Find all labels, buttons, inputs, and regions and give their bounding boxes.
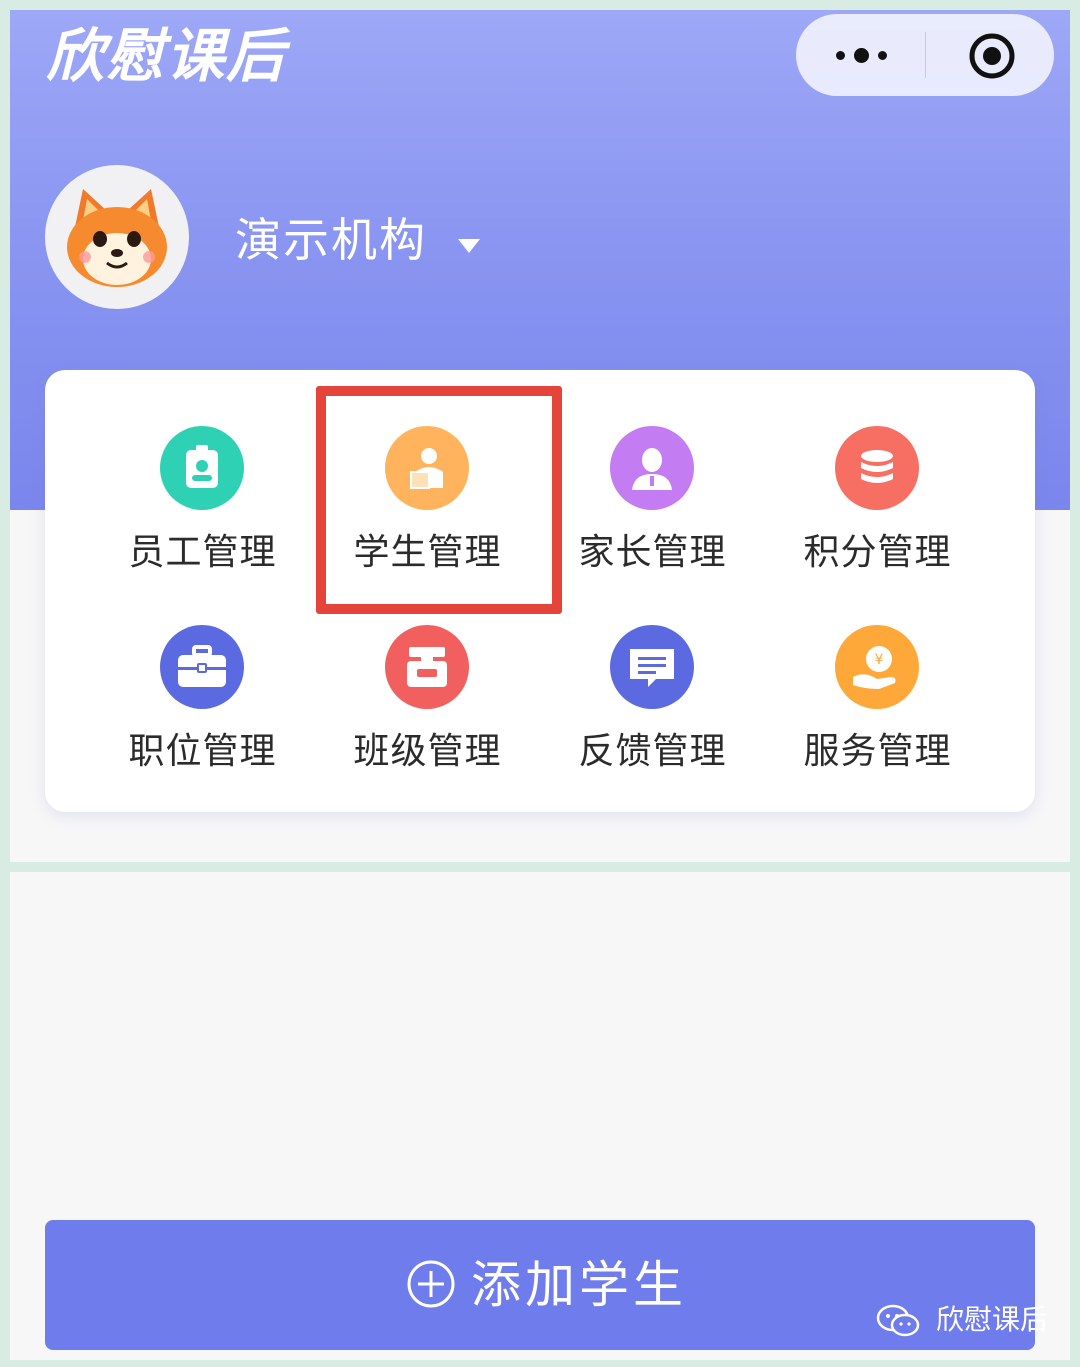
menu-item-points[interactable]: 积分管理 [765, 426, 990, 606]
wechat-icon [876, 1304, 920, 1337]
menu-item-label: 服务管理 [803, 731, 952, 772]
watermark-text: 欣慰课后 [936, 1303, 1049, 1336]
menu-item-label: 家长管理 [578, 532, 727, 573]
menu-item-positions[interactable]: 职位管理 [90, 625, 315, 805]
menu-item-feedback[interactable]: 反馈管理 [540, 625, 765, 805]
menu-item-classes[interactable]: 班级管理 [315, 625, 540, 805]
mini-program-capsule [796, 14, 1054, 96]
id-badge-icon [160, 426, 244, 510]
close-target-icon[interactable] [968, 32, 1016, 80]
menu-item-staff[interactable]: 员工管理 [90, 426, 315, 606]
menu-item-label: 班级管理 [353, 731, 502, 772]
caret-down-icon[interactable] [454, 236, 484, 256]
app-title: 欣慰课后 [46, 22, 287, 90]
menu-item-services[interactable]: ¥ 服务管理 [765, 625, 990, 805]
coins-stack-icon [835, 426, 919, 510]
menu-item-parents[interactable]: 家长管理 [540, 426, 765, 606]
more-dots-icon[interactable] [832, 42, 892, 68]
fox-avatar-icon [67, 189, 167, 287]
plus-circle-icon [407, 1260, 455, 1308]
capsule-divider [925, 32, 926, 78]
menu-item-label: 积分管理 [803, 532, 952, 573]
org-name[interactable]: 演示机构 [235, 208, 427, 272]
bottom-screen: 添加学生 [10, 872, 1070, 1360]
org-avatar[interactable] [45, 165, 189, 309]
highlight-box [316, 386, 562, 614]
service-hand-icon: ¥ [835, 625, 919, 709]
classroom-icon [385, 625, 469, 709]
top-screen: 欣慰课后 演示机构 员工管理 学生管理 家长管理 积分管理 职位管理 班级管理 … [10, 10, 1070, 862]
menu-item-label: 职位管理 [128, 731, 277, 772]
svg-text:¥: ¥ [875, 652, 884, 668]
menu-item-label: 反馈管理 [578, 731, 727, 772]
briefcase-icon [160, 625, 244, 709]
parent-icon [610, 426, 694, 510]
menu-item-label: 员工管理 [128, 532, 277, 573]
management-menu-card: 员工管理 学生管理 家长管理 积分管理 职位管理 班级管理 反馈管理 ¥ 服务管… [45, 370, 1035, 812]
add-student-label: 添加学生 [471, 1256, 687, 1314]
chat-bubble-icon [610, 625, 694, 709]
